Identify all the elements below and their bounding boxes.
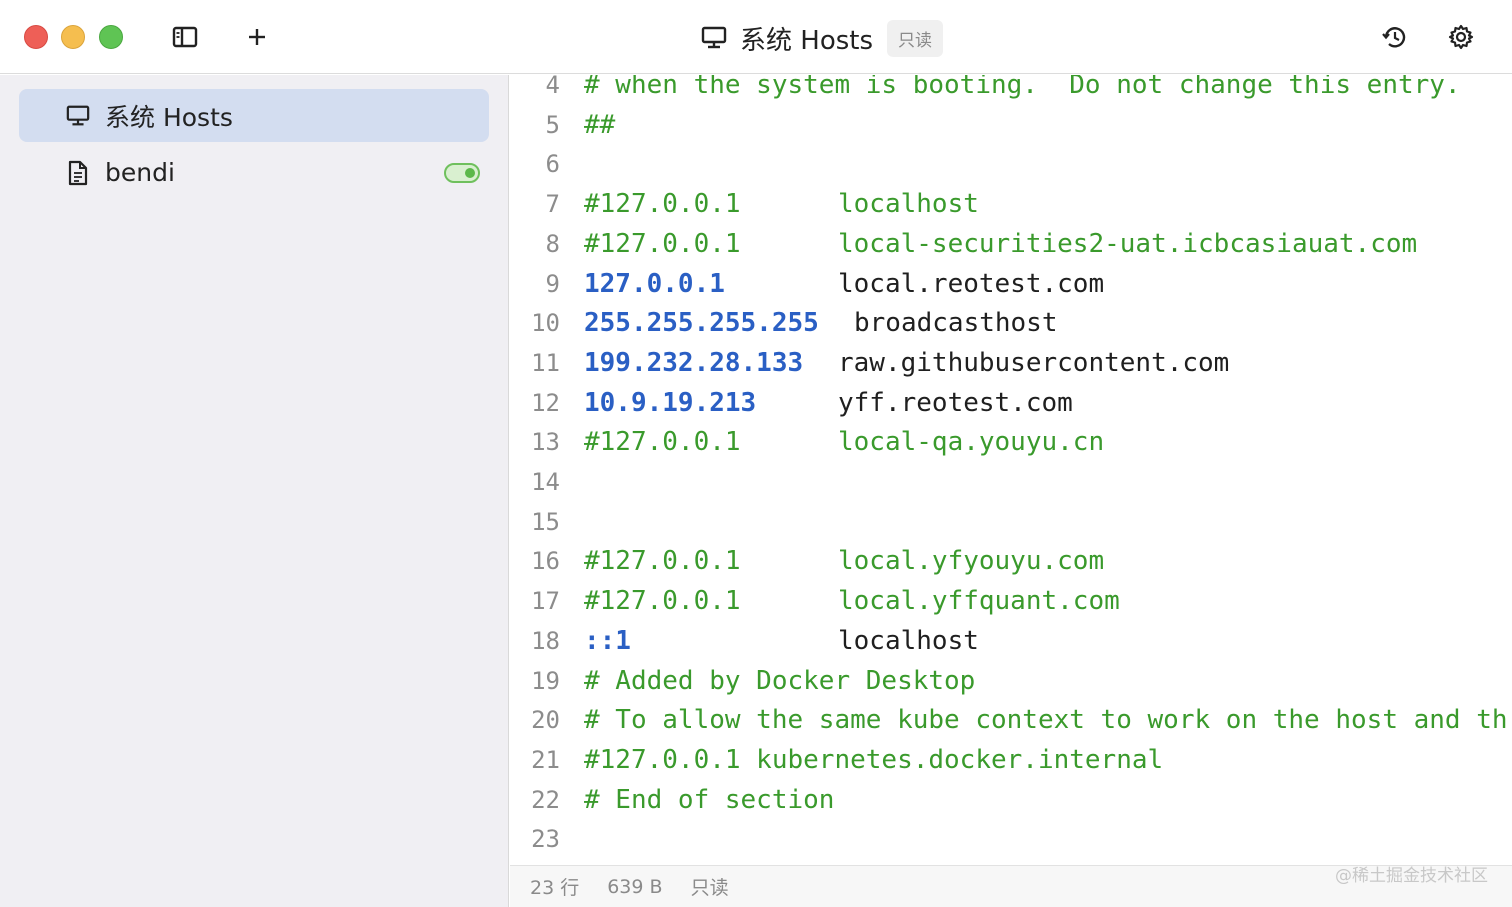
line-number: 12 <box>531 388 560 417</box>
line-number: 19 <box>531 666 560 695</box>
line-number: 21 <box>531 745 560 774</box>
line-number: 14 <box>531 468 560 496</box>
read-only-badge: 只读 <box>887 19 944 57</box>
line-number: 7 <box>545 190 560 219</box>
line-count: 23 行 <box>530 877 580 899</box>
ip-address: 127.0.0.1 <box>584 268 725 299</box>
monitor-icon <box>701 26 727 49</box>
editor-line: 12 10.9.19.213 yff.reotest.com <box>510 383 1512 423</box>
line-number: 11 <box>531 348 560 377</box>
hostname: raw.githubusercontent.com <box>838 347 1230 378</box>
comment-text: # Added by Docker Desktop <box>584 665 976 696</box>
comment-text: # To allow the same kube context to work… <box>584 705 1508 736</box>
ip-address: #127.0.0.1 <box>584 546 741 577</box>
ip-address: 199.232.28.133 <box>584 347 804 378</box>
add-hosts-button[interactable] <box>242 22 272 52</box>
editor-line: 10 255.255.255.255 broadcasthost <box>510 303 1512 343</box>
comment-text: # End of section <box>584 784 835 815</box>
sidebar-icon <box>172 26 198 48</box>
editor-line: 8 #127.0.0.1 local-securities2-uat.icbcasi… <box>510 224 1512 264</box>
sidebar-toggle-button[interactable] <box>170 22 200 52</box>
editor-line: 20 # To allow the same kube context to wo… <box>510 700 1512 740</box>
editor-line: 21 #127.0.0.1 kubernetes.docker.internal <box>510 740 1512 780</box>
line-number: 5 <box>545 110 560 139</box>
settings-button[interactable] <box>1446 22 1476 52</box>
ip-address: #127.0.0.1 <box>584 427 741 458</box>
line-number: 22 <box>531 785 560 814</box>
ip-address: #127.0.0.1 <box>584 228 741 259</box>
line-number: 23 <box>531 825 560 854</box>
history-icon <box>1382 27 1406 48</box>
editor-line: 15 <box>510 502 1512 542</box>
sidebar-item-label: 系统 Hosts <box>105 102 233 132</box>
editor-line: 23 <box>510 819 1512 859</box>
line-number: 20 <box>531 706 560 735</box>
line-number: 8 <box>545 229 560 258</box>
sidebar: 系统 Hosts bendi <box>0 75 509 907</box>
window-title-text: 系统 Hosts <box>740 25 874 56</box>
line-number: 10 <box>531 309 560 338</box>
hostname: localhost <box>838 189 979 220</box>
comment-text: ## <box>584 109 616 140</box>
editor-line: 19 # Added by Docker Desktop <box>510 661 1512 701</box>
history-button[interactable] <box>1380 22 1410 52</box>
watermark: @稀土掘金技术社区 <box>1335 866 1488 886</box>
editor-line: 9 127.0.0.1 local.reotest.com <box>510 264 1512 304</box>
editor-line: 7 #127.0.0.1 localhost <box>510 184 1512 224</box>
editor-line: 4 # when the system is booting. Do not ch… <box>510 75 1512 105</box>
line-number: 18 <box>531 626 560 655</box>
file-size: 639 B <box>607 875 663 898</box>
ip-address: #127.0.0.1 <box>584 189 741 220</box>
close-window-button[interactable] <box>24 25 48 49</box>
minimize-window-button[interactable] <box>61 25 85 49</box>
editor-line: 11 199.232.28.133 raw.githubusercontent.co… <box>510 343 1512 383</box>
sidebar-item-bendi[interactable]: bendi <box>19 146 489 199</box>
editor-line: 14 <box>510 462 1512 502</box>
hostname: local.yfyouyu.com <box>838 546 1105 577</box>
enable-toggle[interactable] <box>444 163 480 183</box>
sidebar-item-label: bendi <box>105 158 175 187</box>
window-title: 系统 Hosts 只读 <box>700 18 944 58</box>
sidebar-item-system-hosts[interactable]: 系统 Hosts <box>19 89 489 142</box>
line-number: 4 <box>545 75 560 99</box>
gear-icon <box>1448 24 1474 50</box>
editor-line: 16 #127.0.0.1 local.yfyouyu.com <box>510 541 1512 581</box>
ip-address: #127.0.0.1 <box>584 586 741 617</box>
hostname: yff.reotest.com <box>838 387 1073 418</box>
comment-text: # when the system is booting. Do not cha… <box>584 75 1461 100</box>
hostname: local-qa.youyu.cn <box>838 427 1105 458</box>
hostname: local.reotest.com <box>838 268 1105 299</box>
line-number: 17 <box>531 587 560 616</box>
ip-address: 10.9.19.213 <box>584 387 757 418</box>
hostname: localhost <box>838 625 979 656</box>
ip-address: 255.255.255.255 <box>584 308 819 339</box>
hosts-editor[interactable]: 4 # when the system is booting. Do not ch… <box>510 75 1512 865</box>
editor-line: 13 #127.0.0.1 local-qa.youyu.cn <box>510 422 1512 462</box>
title-bar: 系统 Hosts 只读 <box>0 0 1512 74</box>
hostname: broadcasthost <box>854 308 1058 339</box>
line-number: 6 <box>545 150 560 179</box>
line-number: 16 <box>531 547 560 576</box>
line-number: 15 <box>531 507 560 536</box>
hostname: local-securities2-uat.icbcasiauat.com <box>838 228 1418 259</box>
line-number: 9 <box>545 269 560 298</box>
editor-line: 6 <box>510 144 1512 184</box>
editor-line: 5 ## <box>510 105 1512 145</box>
monitor-icon <box>63 101 93 131</box>
line-number: 13 <box>531 428 560 457</box>
plus-icon <box>249 29 265 45</box>
document-icon <box>63 158 93 188</box>
zoom-window-button[interactable] <box>99 25 123 49</box>
comment-text: #127.0.0.1 kubernetes.docker.internal <box>584 744 1164 775</box>
editor-line: 17 #127.0.0.1 local.yffquant.com <box>510 581 1512 621</box>
ip-address: ::1 <box>584 625 631 656</box>
editor-line: 18::1 localhost <box>510 621 1512 661</box>
editor-line: 22 # End of section <box>510 780 1512 820</box>
mode-indicator: 只读 <box>690 877 729 899</box>
hostname: local.yffquant.com <box>838 586 1120 617</box>
